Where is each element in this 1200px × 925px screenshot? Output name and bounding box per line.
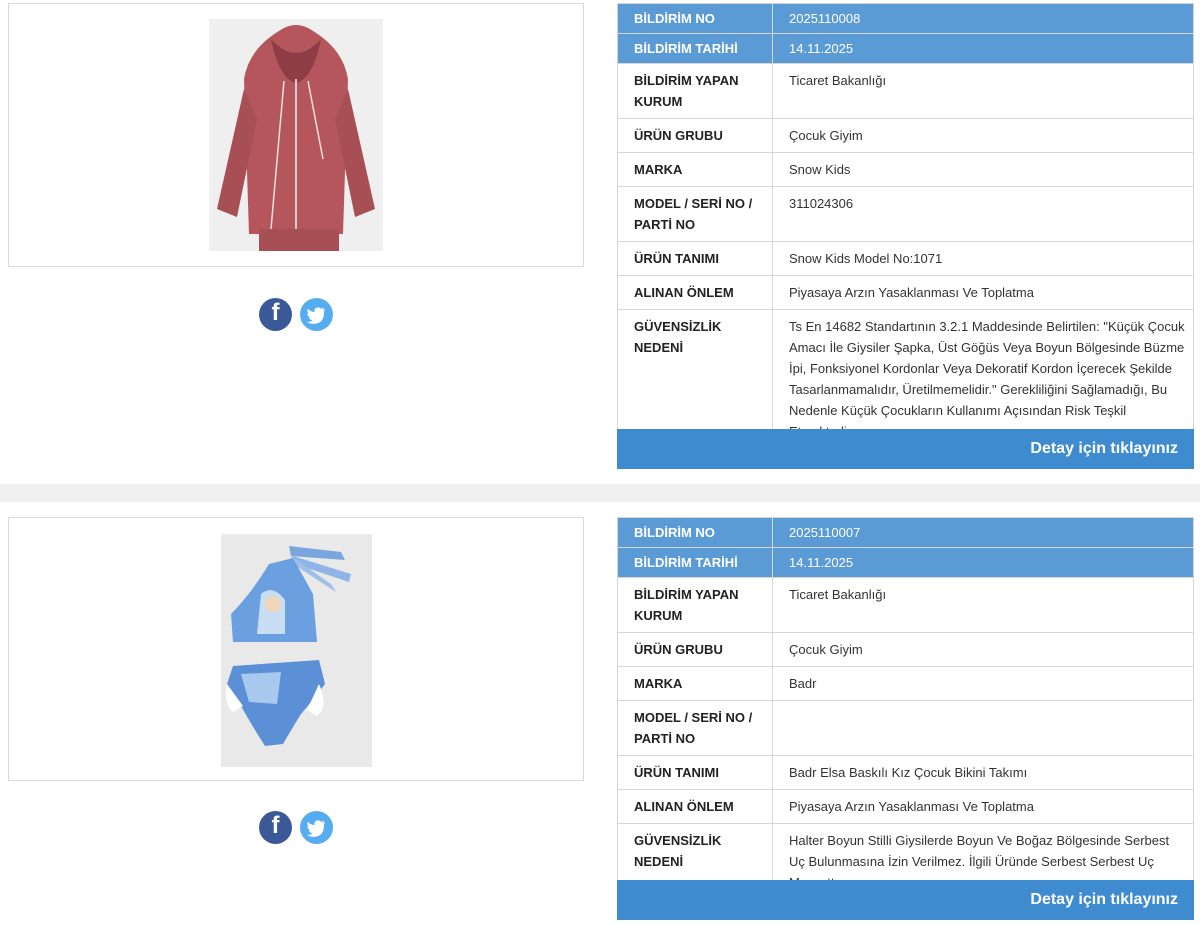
label-bildirim-yapan-kurum: BİLDİRİM YAPAN KURUM [617, 577, 773, 633]
hoodie-image [209, 19, 383, 251]
label-guvensizlik-nedeni: GÜVENSİZLİK NEDENİ [617, 309, 773, 449]
row-model-seri: MODEL / SERİ NO / PARTİ NO 311024306 [617, 186, 1194, 242]
product-image-frame [8, 517, 584, 781]
product-photo[interactable] [221, 534, 372, 767]
row-bildirim-yapan-kurum: BİLDİRİM YAPAN KURUM Ticaret Bakanlığı [617, 63, 1194, 119]
value-bildirim-yapan-kurum: Ticaret Bakanlığı [772, 577, 1194, 633]
value-marka: Badr [772, 666, 1194, 701]
twitter-icon[interactable] [300, 298, 333, 331]
label-urun-tanimi: ÜRÜN TANIMI [617, 755, 773, 790]
product-image-frame [8, 3, 584, 267]
label-bildirim-tarihi: BİLDİRİM TARİHİ [617, 33, 773, 64]
value-bildirim-tarihi: 14.11.2025 [772, 33, 1194, 64]
share-buttons: f [259, 811, 335, 845]
value-urun-grubu: Çocuk Giyim [772, 118, 1194, 153]
record-separator [0, 484, 1200, 502]
label-bildirim-no: BİLDİRİM NO [617, 3, 773, 34]
row-bildirim-yapan-kurum: BİLDİRİM YAPAN KURUM Ticaret Bakanlığı [617, 577, 1194, 633]
label-alinan-onlem: ALINAN ÖNLEM [617, 789, 773, 824]
label-bildirim-tarihi: BİLDİRİM TARİHİ [617, 547, 773, 578]
value-bildirim-yapan-kurum: Ticaret Bakanlığı [772, 63, 1194, 119]
value-urun-tanimi: Snow Kids Model No:1071 [772, 241, 1194, 276]
row-bildirim-no: BİLDİRİM NO 2025110007 [617, 517, 1194, 548]
label-model-seri: MODEL / SERİ NO / PARTİ NO [617, 700, 773, 756]
label-urun-grubu: ÜRÜN GRUBU [617, 632, 773, 667]
label-model-seri: MODEL / SERİ NO / PARTİ NO [617, 186, 773, 242]
row-urun-tanimi: ÜRÜN TANIMI Badr Elsa Baskılı Kız Çocuk … [617, 755, 1194, 790]
row-model-seri: MODEL / SERİ NO / PARTİ NO [617, 700, 1194, 756]
product-photo[interactable] [209, 19, 383, 251]
share-buttons: f [259, 298, 335, 332]
label-marka: MARKA [617, 152, 773, 187]
row-guvensizlik-nedeni: GÜVENSİZLİK NEDENİ Ts En 14682 Standartı… [617, 309, 1194, 449]
row-marka: MARKA Snow Kids [617, 152, 1194, 187]
label-marka: MARKA [617, 666, 773, 701]
notification-details-table: BİLDİRİM NO 2025110007 BİLDİRİM TARİHİ 1… [617, 517, 1194, 900]
row-marka: MARKA Badr [617, 666, 1194, 701]
row-alinan-onlem: ALINAN ÖNLEM Piyasaya Arzın Yasaklanması… [617, 789, 1194, 824]
row-alinan-onlem: ALINAN ÖNLEM Piyasaya Arzın Yasaklanması… [617, 275, 1194, 310]
row-urun-grubu: ÜRÜN GRUBU Çocuk Giyim [617, 118, 1194, 153]
value-bildirim-tarihi: 14.11.2025 [772, 547, 1194, 578]
notification-card: f BİLDİRİM NO 2025110007 BİLDİRİM TARİHİ… [0, 502, 1200, 925]
value-alinan-onlem: Piyasaya Arzın Yasaklanması Ve Toplatma [772, 789, 1194, 824]
row-bildirim-tarihi: BİLDİRİM TARİHİ 14.11.2025 [617, 547, 1194, 578]
detail-link-button[interactable]: Detay için tıklayınız [617, 429, 1194, 469]
label-urun-tanimi: ÜRÜN TANIMI [617, 241, 773, 276]
value-bildirim-no: 2025110008 [772, 3, 1194, 34]
facebook-icon[interactable]: f [259, 298, 292, 331]
facebook-icon[interactable]: f [259, 811, 292, 844]
label-bildirim-no: BİLDİRİM NO [617, 517, 773, 548]
value-bildirim-no: 2025110007 [772, 517, 1194, 548]
value-marka: Snow Kids [772, 152, 1194, 187]
value-model-seri: 311024306 [772, 186, 1194, 242]
label-bildirim-yapan-kurum: BİLDİRİM YAPAN KURUM [617, 63, 773, 119]
bikini-image [221, 534, 372, 767]
row-urun-tanimi: ÜRÜN TANIMI Snow Kids Model No:1071 [617, 241, 1194, 276]
label-alinan-onlem: ALINAN ÖNLEM [617, 275, 773, 310]
twitter-icon[interactable] [300, 811, 333, 844]
row-bildirim-no: BİLDİRİM NO 2025110008 [617, 3, 1194, 34]
value-guvensizlik-nedeni: Ts En 14682 Standartının 3.2.1 Maddesind… [772, 309, 1194, 449]
notification-card: f BİLDİRİM NO 2025110008 BİLDİRİM TARİHİ… [0, 0, 1200, 484]
value-model-seri [772, 700, 1194, 756]
value-urun-tanimi: Badr Elsa Baskılı Kız Çocuk Bikini Takım… [772, 755, 1194, 790]
label-urun-grubu: ÜRÜN GRUBU [617, 118, 773, 153]
value-urun-grubu: Çocuk Giyim [772, 632, 1194, 667]
row-urun-grubu: ÜRÜN GRUBU Çocuk Giyim [617, 632, 1194, 667]
row-bildirim-tarihi: BİLDİRİM TARİHİ 14.11.2025 [617, 33, 1194, 64]
notification-details-table: BİLDİRİM NO 2025110008 BİLDİRİM TARİHİ 1… [617, 3, 1194, 449]
value-alinan-onlem: Piyasaya Arzın Yasaklanması Ve Toplatma [772, 275, 1194, 310]
detail-link-button[interactable]: Detay için tıklayınız [617, 880, 1194, 920]
